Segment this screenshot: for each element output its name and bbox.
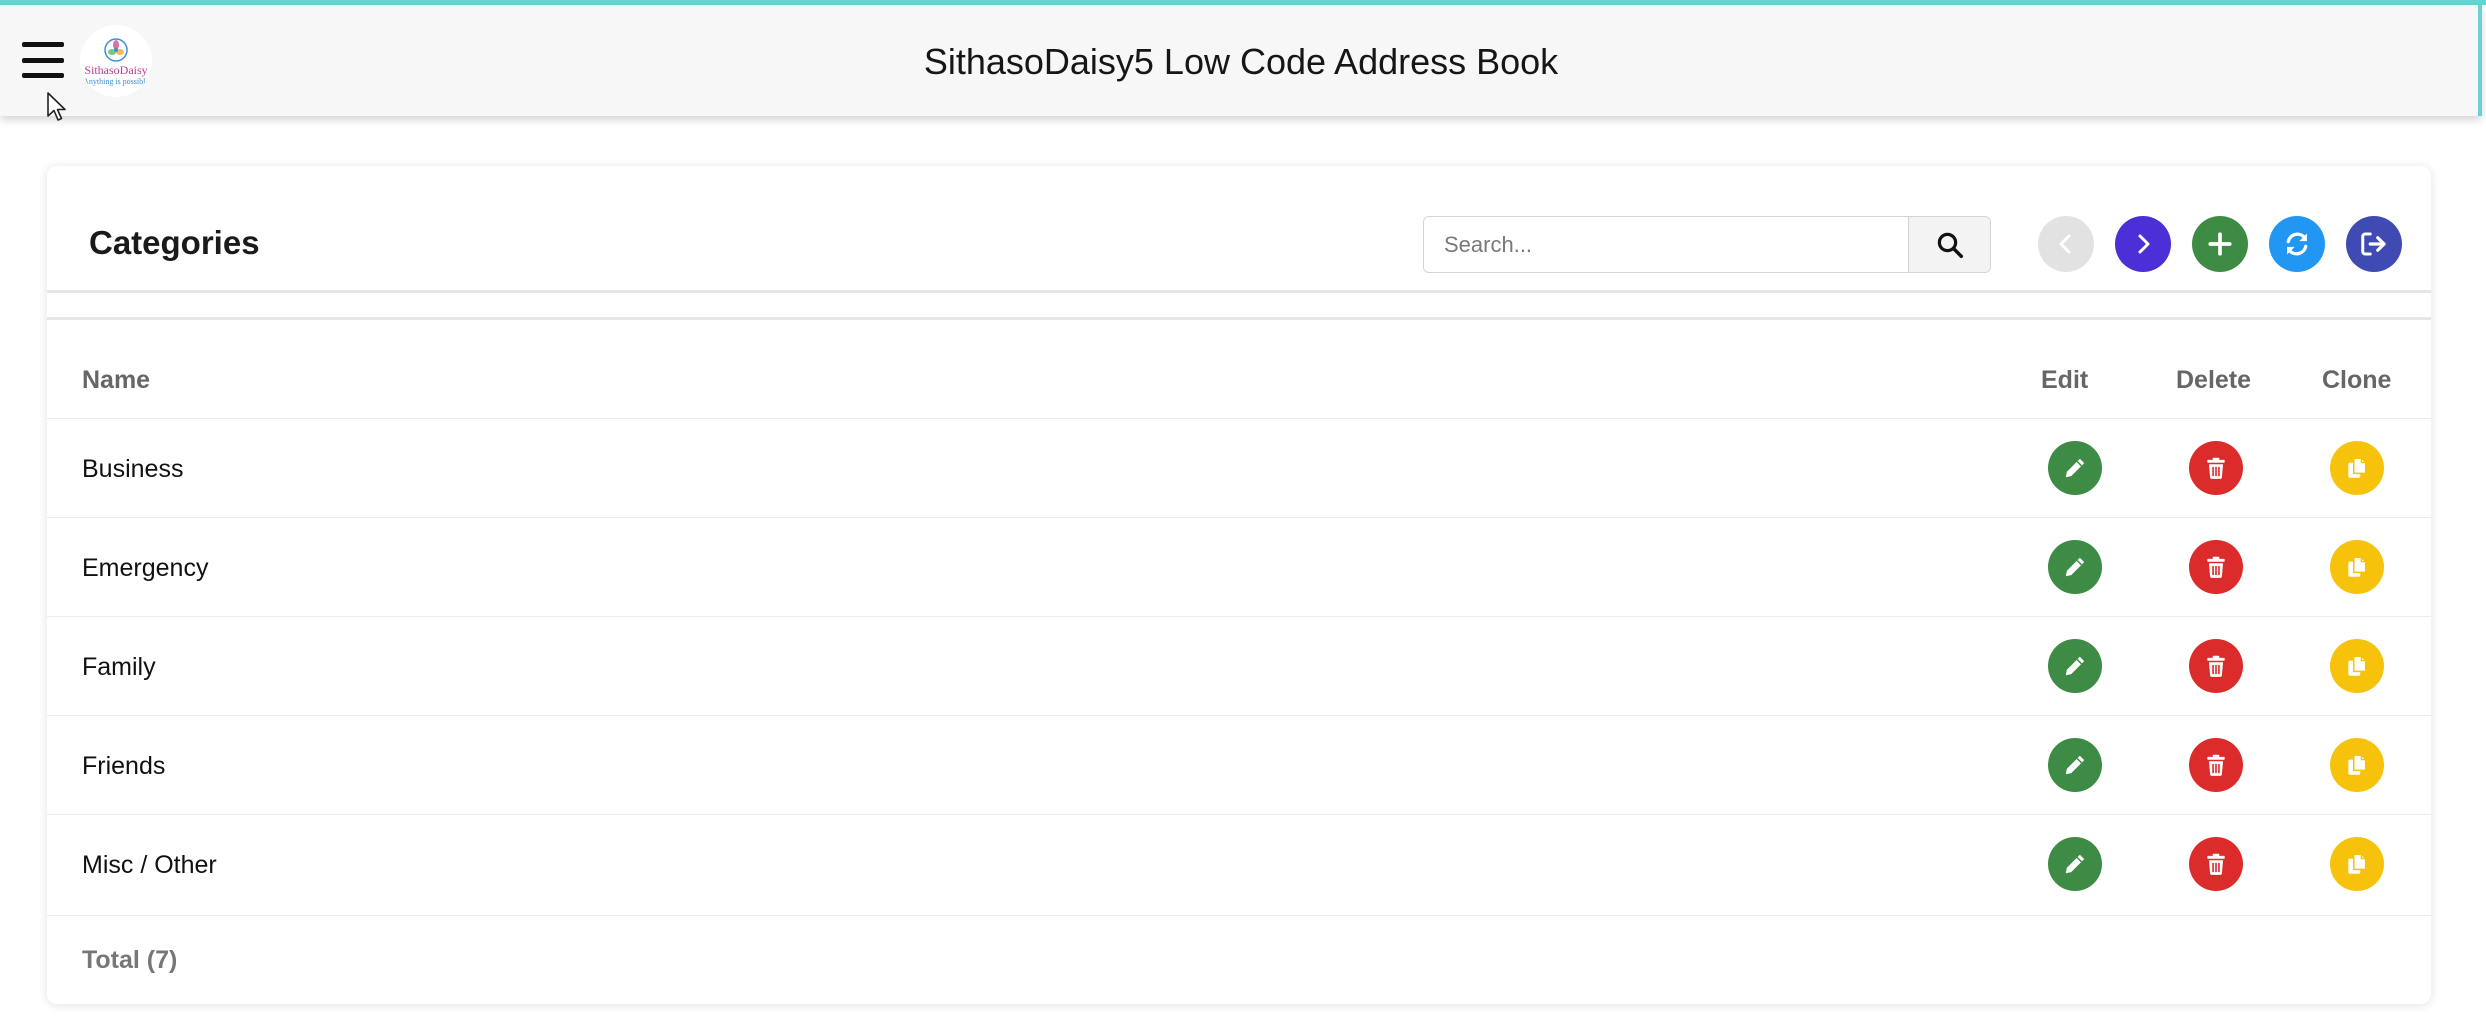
refresh-button[interactable]	[2269, 216, 2325, 272]
table-footer: Total (7)	[47, 915, 2431, 1004]
add-category-button[interactable]	[2192, 216, 2248, 272]
clone-button[interactable]	[2330, 441, 2384, 495]
app-navbar: SithasoDaisy Anything is possible Sithas…	[0, 5, 2482, 116]
column-header-name[interactable]: Name	[82, 366, 150, 395]
pencil-icon	[2065, 458, 2085, 478]
page-title: Categories	[89, 224, 260, 261]
pencil-icon	[2065, 557, 2085, 577]
search-input[interactable]	[1424, 217, 1909, 272]
column-header-clone: Clone	[2322, 366, 2392, 394]
mouse-cursor-icon	[47, 92, 66, 121]
search-icon	[1937, 232, 1963, 258]
table-row: Family	[47, 616, 2431, 715]
category-name: Family	[82, 653, 156, 681]
sign-out-icon	[2361, 232, 2386, 256]
pencil-icon	[2065, 854, 2085, 874]
edit-button[interactable]	[2048, 738, 2102, 792]
trash-icon	[2207, 457, 2225, 479]
edit-button[interactable]	[2048, 441, 2102, 495]
categories-card: Categories Search... Name Edit Delete Cl…	[47, 166, 2431, 1004]
table-row: Business	[47, 418, 2431, 517]
delete-button[interactable]	[2189, 441, 2243, 495]
previous-page-button[interactable]	[2038, 216, 2094, 272]
plus-icon	[2208, 232, 2232, 256]
copy-icon	[2348, 853, 2367, 874]
delete-button[interactable]	[2189, 837, 2243, 891]
trash-icon	[2207, 853, 2225, 875]
column-header-delete: Delete	[2176, 366, 2252, 394]
table-row: Emergency	[47, 517, 2431, 616]
column-header-edit: Edit	[2041, 366, 2089, 394]
search-group	[1423, 216, 1991, 273]
refresh-icon	[2286, 232, 2308, 256]
table-row: Friends	[47, 715, 2431, 814]
clone-button[interactable]	[2330, 837, 2384, 891]
category-name: Emergency	[82, 554, 209, 582]
table-top-divider	[47, 317, 2431, 320]
app-title: SithasoDaisy5 Low Code Address Book	[923, 41, 1559, 82]
edit-button[interactable]	[2048, 540, 2102, 594]
chevron-right-icon	[2138, 234, 2150, 254]
clone-button[interactable]	[2330, 639, 2384, 693]
edit-button[interactable]	[2048, 639, 2102, 693]
copy-icon	[2348, 655, 2367, 676]
table-row: Misc / Other	[47, 814, 2431, 913]
copy-icon	[2348, 556, 2367, 577]
pencil-icon	[2065, 755, 2085, 775]
clone-button[interactable]	[2330, 540, 2384, 594]
total-count: Total (7)	[82, 946, 178, 974]
delete-button[interactable]	[2189, 540, 2243, 594]
edit-button[interactable]	[2048, 837, 2102, 891]
copy-icon	[2348, 457, 2367, 478]
clone-button[interactable]	[2330, 738, 2384, 792]
delete-button[interactable]	[2189, 639, 2243, 693]
exit-button[interactable]	[2346, 216, 2402, 272]
delete-button[interactable]	[2189, 738, 2243, 792]
trash-icon	[2207, 655, 2225, 677]
header-divider	[47, 290, 2431, 293]
search-button[interactable]	[1908, 217, 1990, 272]
trash-icon	[2207, 556, 2225, 578]
trash-icon	[2207, 754, 2225, 776]
chevron-left-icon	[2059, 234, 2071, 254]
category-name: Misc / Other	[82, 851, 217, 879]
copy-icon	[2348, 754, 2367, 775]
category-name: Business	[82, 455, 184, 483]
category-name: Friends	[82, 752, 166, 780]
next-page-button[interactable]	[2115, 216, 2171, 272]
pencil-icon	[2065, 656, 2085, 676]
